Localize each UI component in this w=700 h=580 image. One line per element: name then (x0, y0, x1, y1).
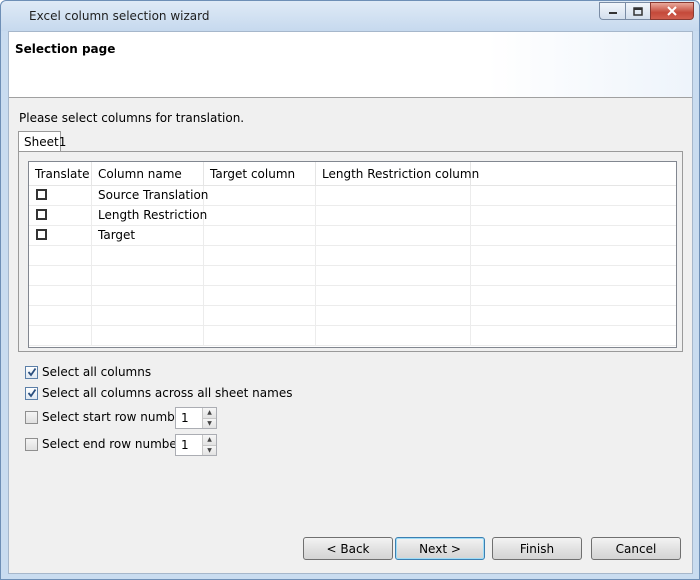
back-button[interactable]: < Back (303, 537, 393, 560)
column-header-length-restriction[interactable]: Length Restriction column (316, 162, 479, 185)
wizard-header: Selection page (9, 32, 692, 98)
empty-row (29, 286, 676, 306)
start-row-label[interactable]: Select start row number (42, 410, 187, 424)
close-button[interactable] (650, 2, 694, 20)
translate-checkbox[interactable] (36, 189, 47, 200)
column-header-target-column[interactable]: Target column (204, 162, 316, 185)
select-all-sheets-label[interactable]: Select all columns across all sheet name… (42, 386, 292, 400)
minimize-button[interactable] (599, 2, 625, 20)
spinner-down-icon[interactable]: ▼ (202, 445, 216, 455)
column-header-filler (471, 162, 676, 185)
instruction-text: Please select columns for translation. (19, 111, 245, 125)
start-row-spinner[interactable]: 1 ▲ ▼ (175, 407, 217, 429)
window-title: Excel column selection wizard (29, 9, 210, 23)
length-column-cell[interactable] (316, 206, 471, 225)
checkmark-icon (27, 388, 36, 398)
table-row[interactable]: Length Restriction (29, 206, 676, 226)
translate-checkbox[interactable] (36, 229, 47, 240)
table-row[interactable]: Target (29, 226, 676, 246)
columns-table: Translate Column name Target column Leng… (28, 161, 677, 348)
table-header: Translate Column name Target column Leng… (29, 162, 676, 186)
length-column-cell[interactable] (316, 226, 471, 245)
spinner-up-icon[interactable]: ▲ (202, 435, 216, 446)
column-name-cell: Target (92, 226, 204, 245)
option-select-all-sheets[interactable]: Select all columns across all sheet name… (25, 386, 292, 400)
empty-row (29, 326, 676, 346)
start-row-value[interactable]: 1 (181, 411, 189, 425)
wizard-window: Excel column selection wizard Selection … (0, 0, 700, 580)
length-column-cell[interactable] (316, 186, 471, 205)
start-row-checkbox[interactable] (25, 410, 38, 424)
table-row[interactable]: Source Translation (29, 186, 676, 206)
empty-row (29, 266, 676, 286)
close-icon (667, 6, 677, 16)
end-row-spinner[interactable]: 1 ▲ ▼ (175, 434, 217, 456)
option-end-row[interactable]: Select end row number (25, 437, 182, 451)
title-bar[interactable]: Excel column selection wizard (1, 1, 699, 31)
cancel-button[interactable]: Cancel (591, 537, 681, 560)
next-button[interactable]: Next > (395, 537, 485, 560)
column-header-column-name[interactable]: Column name (92, 162, 204, 185)
empty-row (29, 306, 676, 326)
translate-checkbox[interactable] (36, 209, 47, 220)
spinner-up-icon[interactable]: ▲ (202, 408, 216, 419)
option-start-row[interactable]: Select start row number (25, 410, 187, 424)
maximize-button[interactable] (625, 2, 650, 20)
finish-button[interactable]: Finish (492, 537, 582, 560)
column-header-translate[interactable]: Translate (29, 162, 92, 185)
option-select-all-columns[interactable]: Select all columns (25, 365, 151, 379)
target-column-cell[interactable] (204, 226, 316, 245)
target-column-cell[interactable] (204, 186, 316, 205)
target-column-cell[interactable] (204, 206, 316, 225)
end-row-checkbox[interactable] (25, 437, 38, 451)
end-row-label[interactable]: Select end row number (42, 437, 182, 451)
column-name-cell: Source Translation (92, 186, 208, 205)
select-all-sheets-checkbox[interactable] (25, 386, 38, 400)
select-all-columns-checkbox[interactable] (25, 365, 38, 379)
tab-sheet1[interactable]: Sheet1 (18, 131, 66, 152)
select-all-columns-label[interactable]: Select all columns (42, 365, 151, 379)
checkmark-icon (27, 367, 36, 377)
spinner-down-icon[interactable]: ▼ (202, 418, 216, 428)
column-name-cell: Length Restriction (92, 206, 207, 225)
end-row-value[interactable]: 1 (181, 438, 189, 452)
window-controls (599, 2, 694, 20)
maximize-icon (633, 6, 643, 16)
client-area: Selection page Please select columns for… (8, 31, 693, 574)
minimize-icon (608, 12, 617, 14)
page-title: Selection page (15, 42, 116, 56)
empty-row (29, 246, 676, 266)
tab-label: Sheet1 (24, 135, 67, 149)
